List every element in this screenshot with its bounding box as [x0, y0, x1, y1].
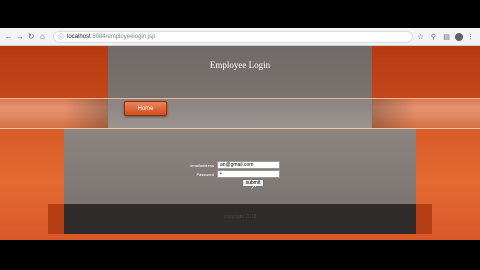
mouse-cursor-icon: ↗ — [250, 182, 257, 191]
home-button[interactable]: Home — [124, 101, 167, 116]
profile-avatar[interactable] — [455, 32, 463, 41]
username-input[interactable]: an@gmail.com — [217, 161, 280, 169]
url-host: localhost — [67, 33, 91, 40]
reload-icon[interactable]: ↻ — [27, 31, 36, 42]
nav-bevel-left — [64, 98, 108, 128]
zoom-icon[interactable]: ⚲ — [428, 31, 439, 42]
menu-icon[interactable]: ⋮ — [465, 31, 476, 42]
video-letterbox-bottom — [0, 240, 480, 270]
header-panel — [108, 46, 372, 98]
nav-band-highlight-top — [0, 98, 480, 99]
home-icon[interactable]: ⌂ — [38, 31, 47, 42]
page-body: Employee Login Home emailaddress an@gmai… — [0, 46, 480, 240]
video-letterbox-top — [0, 0, 480, 28]
page-title: Employee Login — [209, 60, 271, 70]
forward-arrow-icon[interactable]: → — [15, 31, 24, 42]
url-path: :8084/employeelogin.jsp — [90, 33, 156, 40]
password-label: Password — [196, 172, 214, 177]
back-arrow-icon[interactable]: ← — [4, 31, 13, 42]
address-bar[interactable]: ⓘ localhost:8084/employeelogin.jsp — [53, 30, 413, 43]
nav-bevel-right — [372, 98, 416, 128]
lock-icon: ⓘ — [58, 35, 65, 41]
browser-toolbar: ← → ↻ ⌂ ⓘ localhost:8084/employeelogin.j… — [0, 28, 480, 46]
header-side-left — [0, 46, 108, 98]
password-input[interactable]: • — [217, 170, 280, 178]
header-side-right — [372, 46, 480, 98]
username-row: emailaddress an@gmail.com — [0, 161, 480, 170]
password-row: Password • — [0, 170, 480, 179]
username-label: emailaddress — [190, 163, 214, 168]
extension-icon[interactable]: ▤ — [441, 31, 452, 42]
footer-text: copyright 2018 — [223, 214, 257, 220]
bookmark-star-icon[interactable]: ☆ — [415, 31, 426, 42]
